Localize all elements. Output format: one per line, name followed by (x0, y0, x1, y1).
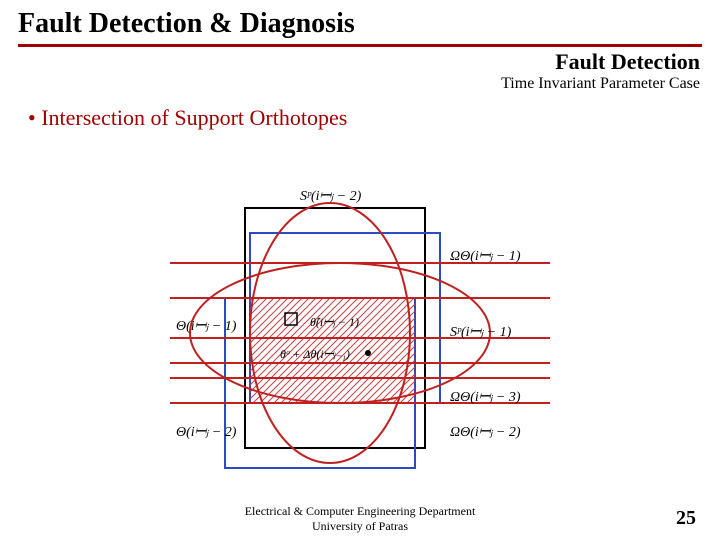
footer-line1: Electrical & Computer Engineering Depart… (0, 504, 720, 519)
footer: Electrical & Computer Engineering Depart… (0, 504, 720, 534)
page-number: 25 (676, 507, 696, 530)
bullet-item: Intersection of Support Orthotopes (0, 93, 720, 131)
label-OmegaTheta-i-3: ΩΘ(i𝄩ⱼ − 3) (450, 390, 521, 405)
label-OmegaTheta-i-1: ΩΘ(i𝄩ⱼ − 1) (450, 249, 521, 264)
orthotope-diagram: Sᵖ(i𝄩ⱼ − 2) ΩΘ(i𝄩ⱼ − 1) Sᵖ(i𝄩ⱼ − 1) ΩΘ(i… (170, 178, 550, 478)
footer-line2: University of Patras (0, 519, 720, 534)
label-Theta-i-1: Θ(i𝄩ⱼ − 1) (176, 319, 237, 334)
section-subtitle: Time Invariant Parameter Case (0, 75, 720, 93)
title-rule (18, 44, 702, 47)
slide-title: Fault Detection & Diagnosis (0, 0, 720, 44)
label-Sp-i-2: Sᵖ(i𝄩ⱼ − 2) (300, 189, 362, 204)
label-Theta-i-2: Θ(i𝄩ⱼ − 2) (176, 425, 237, 440)
label-theta-hat: θ̂(i𝄩ⱼ − 1) (310, 315, 359, 329)
section-heading: Fault Detection (0, 49, 720, 75)
label-theta-delta: θᵒ + Δθ(i𝄩ⱼ₋₁) (280, 347, 350, 361)
label-Sp-i-1: Sᵖ(i𝄩ⱼ − 1) (450, 325, 512, 340)
label-OmegaTheta-i-2: ΩΘ(i𝄩ⱼ − 2) (450, 425, 521, 440)
